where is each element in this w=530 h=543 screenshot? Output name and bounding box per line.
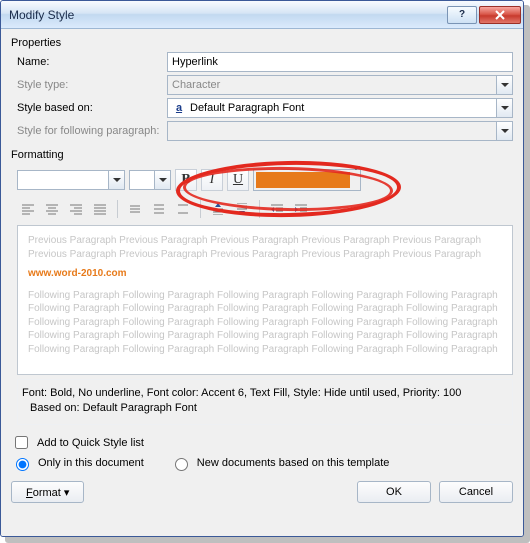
chevron-down-icon [496, 76, 512, 94]
style-type-label: Style type: [17, 79, 167, 91]
name-input[interactable] [167, 52, 513, 72]
following-select [167, 121, 513, 141]
space-before-increase-button[interactable] [207, 199, 229, 219]
style-description: Font: Bold, No underline, Font color: Ac… [17, 379, 513, 425]
align-right-button[interactable] [65, 199, 87, 219]
preview-next-text: Following Paragraph Following Paragraph … [28, 289, 502, 357]
based-on-label: Style based on: [17, 102, 167, 114]
dialog-title: Modify Style [9, 8, 445, 22]
indent-increase-button[interactable] [290, 199, 312, 219]
chevron-down-icon[interactable] [154, 171, 170, 189]
italic-button[interactable]: I [201, 169, 223, 191]
modify-style-dialog: Modify Style ? Properties Name: Style ty… [0, 0, 524, 537]
new-documents-label: New documents based on this template [197, 457, 390, 469]
align-left-button[interactable] [17, 199, 39, 219]
underline-button[interactable]: U [227, 169, 249, 191]
line-spacing-1-button[interactable] [124, 199, 146, 219]
chevron-down-icon[interactable] [496, 99, 512, 117]
preview-sample-text: www.word-2010.com [28, 267, 502, 281]
cancel-button[interactable]: Cancel [439, 481, 513, 503]
preview-pane: Previous Paragraph Previous Paragraph Pr… [17, 225, 513, 375]
preview-prev-text: Previous Paragraph Previous Paragraph Pr… [28, 234, 502, 261]
only-this-document-radio[interactable] [16, 458, 29, 471]
add-quick-style-checkbox[interactable] [15, 436, 28, 449]
line-spacing-2-button[interactable] [172, 199, 194, 219]
name-label: Name: [17, 56, 167, 68]
formatting-heading: Formatting [11, 149, 513, 161]
color-swatch [256, 172, 350, 188]
font-family-select[interactable] [17, 170, 125, 190]
desc-line1: Font: Bold, No underline, Font color: Ac… [22, 386, 508, 401]
space-before-decrease-button[interactable] [231, 199, 253, 219]
format-button[interactable]: Format ▾ [11, 481, 84, 503]
properties-heading: Properties [11, 37, 513, 49]
help-button[interactable]: ? [447, 6, 477, 24]
line-spacing-1-5-button[interactable] [148, 199, 170, 219]
letter-a-icon: a [172, 102, 186, 114]
chevron-down-icon [496, 122, 512, 140]
align-center-button[interactable] [41, 199, 63, 219]
bold-button[interactable]: B [175, 169, 197, 191]
ok-button[interactable]: OK [357, 481, 431, 503]
titlebar[interactable]: Modify Style ? [1, 1, 523, 29]
separator [117, 200, 118, 218]
add-quick-style-label: Add to Quick Style list [37, 437, 144, 449]
based-on-select[interactable]: a Default Paragraph Font [167, 98, 513, 118]
chevron-down-icon[interactable] [352, 170, 360, 190]
separator [259, 200, 260, 218]
font-size-select[interactable] [129, 170, 171, 190]
font-color-select[interactable] [253, 169, 361, 191]
chevron-down-icon[interactable] [108, 171, 124, 189]
desc-line2: Based on: Default Paragraph Font [22, 401, 508, 416]
new-documents-radio[interactable] [175, 458, 188, 471]
only-this-document-label: Only in this document [38, 457, 144, 469]
style-type-select: Character [167, 75, 513, 95]
following-label: Style for following paragraph: [17, 125, 167, 137]
indent-decrease-button[interactable] [266, 199, 288, 219]
close-button[interactable] [479, 6, 521, 24]
separator [200, 200, 201, 218]
align-justify-button[interactable] [89, 199, 111, 219]
